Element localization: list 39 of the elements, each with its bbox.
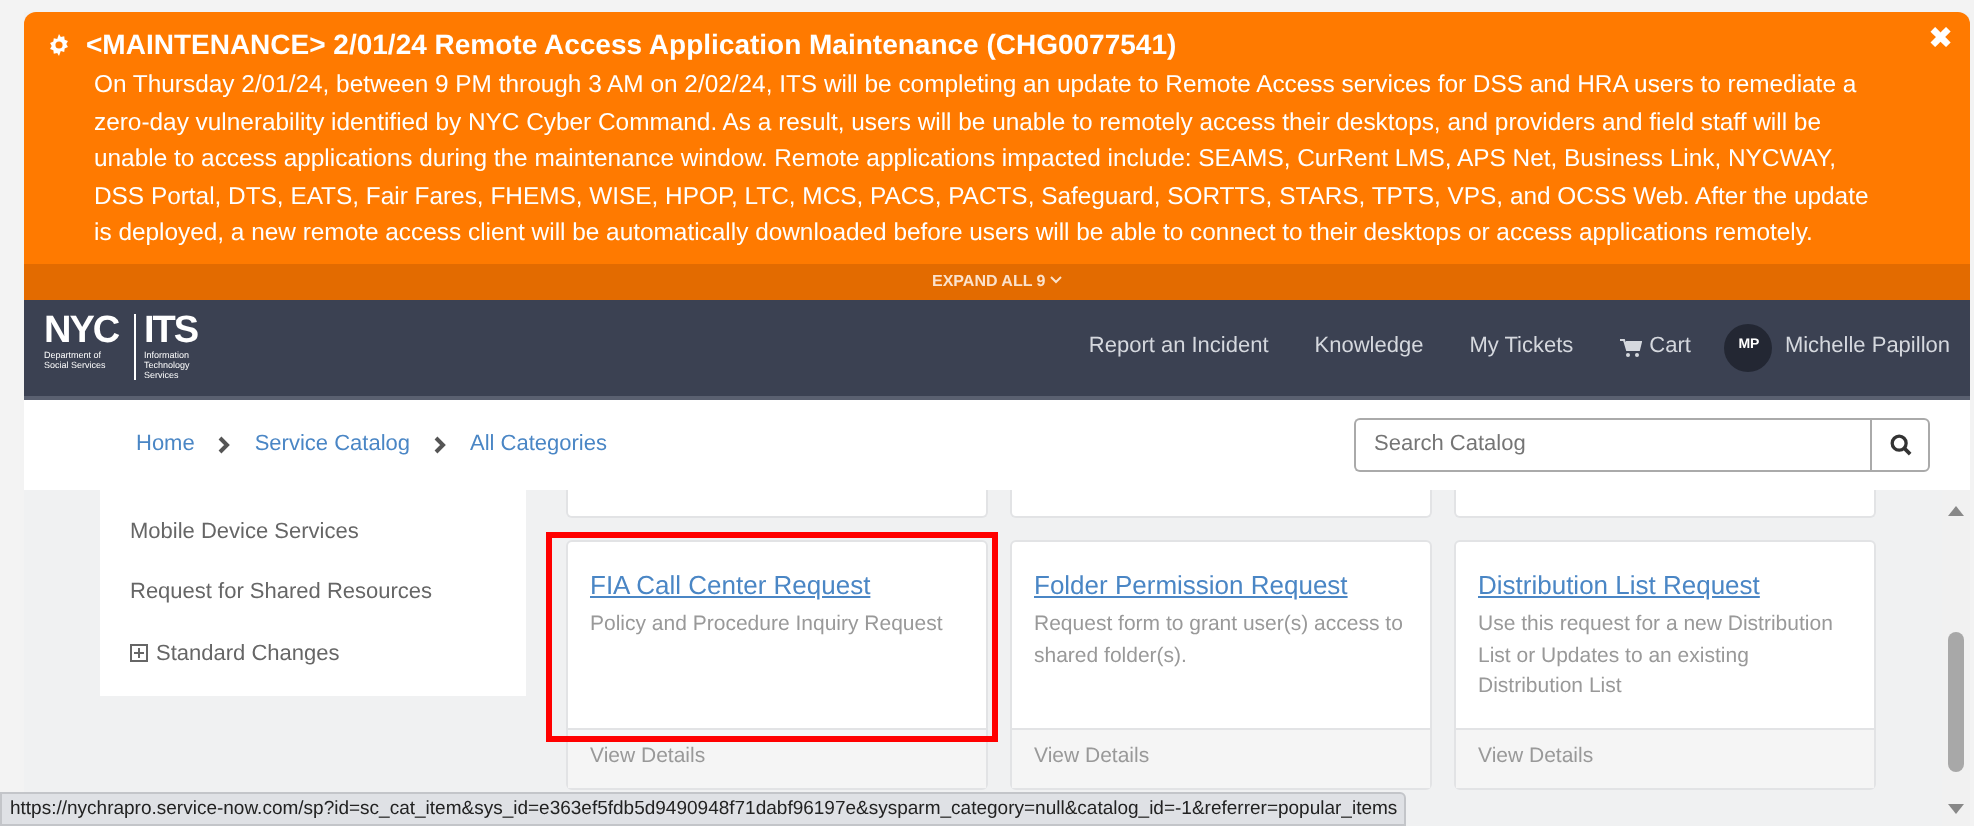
logo-text: NYC xyxy=(44,314,121,350)
banner-message: On Thursday 2/01/24, between 9 PM through 3 AM on 2/02/24, ITS will be completing an update to Remote Access services for DSS and HRA users to remediate a zero-day vulnerability identified by NYC Cyber Command. As a result, users will be unable to remotely access their desktops, and providers and field staff will be unable to access applications during the maintenance window. Remote applications impacted include: SEAMS, CurRent LMS, APS Net, Business Link, NYCWAY, DSS Portal, DTS, EATS, Fair Fares, FHEMS, WISE, HPOP, LTC, MCS, PACS, PACTS, Safeguard, SORTTS, STARS, TPTS, VPS, and OCSS Web. After the update is deployed, a new remote access client will be automatically downloaded before users will be able to connect to their desktops or access applications remotely. xyxy=(92,68,1871,250)
scroll-down-icon[interactable] xyxy=(1948,804,1964,814)
search-button[interactable] xyxy=(1870,417,1930,471)
card-description: Request form to grant user(s) access to shared folder(s). xyxy=(1034,610,1405,671)
gear-icon xyxy=(48,34,70,56)
search-icon xyxy=(1889,434,1911,457)
sidebar-item[interactable]: Request for Shared Resources xyxy=(100,562,526,623)
sidebar-item[interactable]: Mobile Device Services xyxy=(100,501,526,562)
card-description: Use this request for a new Distribution List or Updates to an existing Distribution List xyxy=(1478,610,1835,702)
view-details-link[interactable]: View Details xyxy=(1456,727,1874,787)
breadcrumb-link[interactable]: Service Catalog xyxy=(254,427,410,461)
scroll-up-icon[interactable] xyxy=(1948,505,1964,515)
expand-icon xyxy=(130,644,148,663)
nav-link[interactable]: Knowledge xyxy=(1314,330,1424,364)
status-bar-url: https://nychrapro.service-now.com/sp?id=sc_cat_item&sys_id=e363ef5fdb5d9490948f71dabf96197e&sysparm_category=null&catalog_id=-1&referrer=popular_items xyxy=(0,792,1406,826)
card-title-link[interactable]: Distribution List Request xyxy=(1478,565,1760,604)
nav-link[interactable]: Cart xyxy=(1619,330,1691,364)
breadcrumb-link[interactable]: All Categories xyxy=(470,427,607,461)
sidebar-item[interactable]: Standard Changes xyxy=(100,623,526,684)
card-description: Policy and Procedure Inquiry Request xyxy=(590,610,945,640)
search-field[interactable]: Search Catalog xyxy=(1354,417,1870,471)
view-details-link[interactable]: View Details xyxy=(1012,727,1430,787)
cart-icon xyxy=(1619,337,1642,357)
user-name[interactable]: Michelle Papillon xyxy=(1784,330,1950,364)
scrollbar-thumb[interactable] xyxy=(1948,631,1964,771)
banner-title: <MAINTENANCE> 2/01/24 Remote Access Application Maintenance (CHG0077541) xyxy=(86,26,1177,64)
nav-link[interactable]: My Tickets xyxy=(1469,330,1574,364)
chevron-icon xyxy=(1049,276,1062,285)
expand-all-button[interactable]: EXPAND ALL 9 xyxy=(926,263,1068,299)
chevron-right-icon xyxy=(434,435,446,453)
logo-text: ITS xyxy=(144,314,200,350)
chevron-right-icon xyxy=(218,435,231,453)
view-details-link[interactable]: View Details xyxy=(568,727,986,787)
nav-link[interactable]: Report an Incident xyxy=(1088,330,1269,364)
close-button[interactable]: ✖ xyxy=(1928,24,1954,54)
card-title-link[interactable]: FIA Call Center Request xyxy=(590,565,871,604)
breadcrumb-link[interactable]: Home xyxy=(136,427,195,461)
card-title-link[interactable]: Folder Permission Request xyxy=(1034,565,1348,604)
